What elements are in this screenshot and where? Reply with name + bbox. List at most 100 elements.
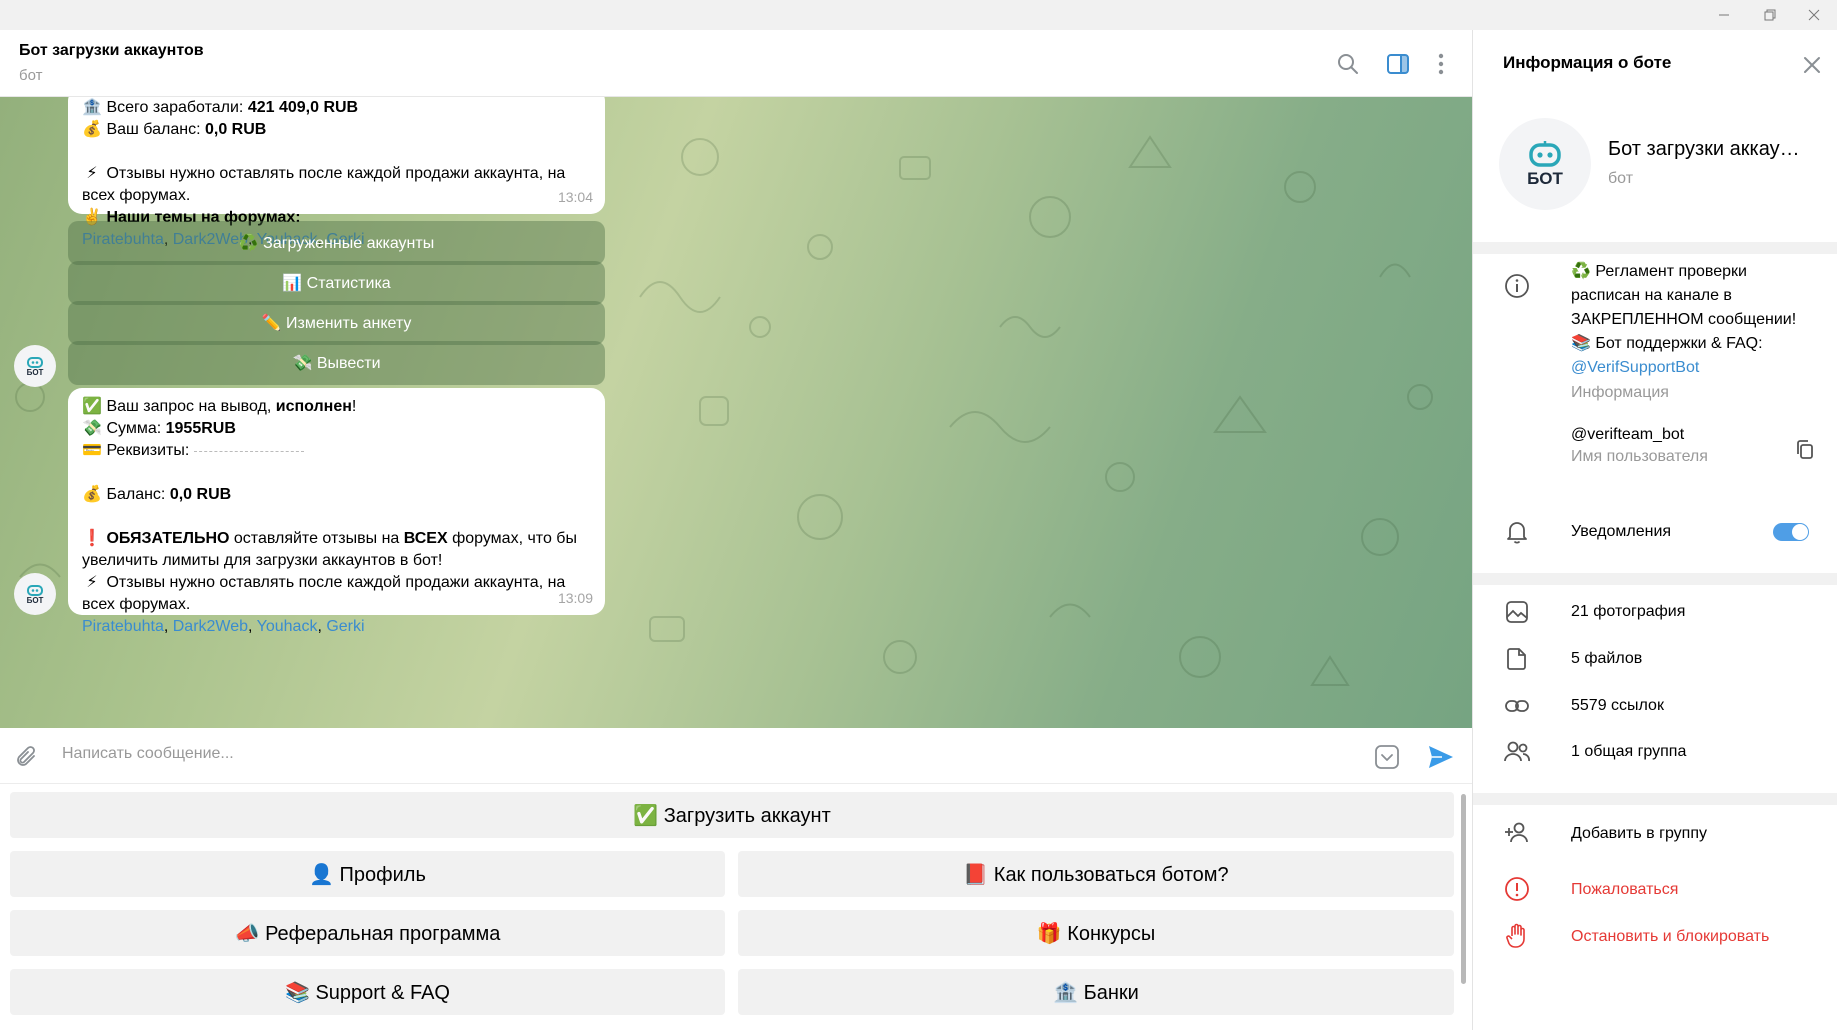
keyboard-scrollbar[interactable] xyxy=(1461,794,1466,984)
must-line2: увеличить лимиты для загрузки аккаунтов … xyxy=(82,552,443,569)
bot-name: Бот загрузки аккаунтов xyxy=(1608,138,1808,160)
avatar-label: БОТ xyxy=(26,367,44,377)
window-titlebar xyxy=(0,0,1837,30)
panel-title: Информация о боте xyxy=(1503,53,1672,72)
link-gerki[interactable]: Gerki xyxy=(326,618,364,635)
report-icon xyxy=(1503,875,1531,903)
kb-banks-button[interactable]: 🏦 Банки xyxy=(738,969,1454,1015)
requisites-redacted xyxy=(193,450,304,452)
link-icon xyxy=(1503,692,1531,720)
sidebar-toggle-icon[interactable] xyxy=(1384,50,1412,78)
inline-button-withdraw[interactable]: 💸 Вывести xyxy=(68,341,605,385)
money-bag-icon: 💰 xyxy=(82,486,102,503)
link-dark2web[interactable]: Dark2Web xyxy=(173,618,248,635)
reviews-text-line1: Отзывы нужно оставлять после каждой прод… xyxy=(106,574,566,591)
common-groups-count[interactable]: 1 общая группа xyxy=(1571,740,1686,764)
requisites-label: Реквизиты: xyxy=(106,442,190,459)
chat-subtitle: бот xyxy=(19,67,43,84)
message-input-bar: Написать сообщение... xyxy=(0,728,1472,784)
bank-icon: 🏦 xyxy=(82,99,102,116)
kb-upload-account-button[interactable]: ✅ Загрузить аккаунт xyxy=(10,792,1454,838)
bell-icon xyxy=(1503,518,1531,546)
kb-profile-button[interactable]: 👤 Профиль xyxy=(10,851,725,897)
info-label: Информация xyxy=(1571,384,1669,401)
message-time: 13:04 xyxy=(557,189,593,205)
must-all: ВСЕХ xyxy=(403,530,448,547)
exclamation-icon: ❗ xyxy=(82,530,102,547)
section-separator xyxy=(1473,573,1837,585)
bot-description: ♻️ Регламент проверки расписан на канале… xyxy=(1571,260,1796,380)
minimize-icon[interactable] xyxy=(1701,0,1747,30)
close-icon[interactable] xyxy=(1801,54,1823,76)
withdraw-request-text: Ваш запрос на вывод, xyxy=(106,398,272,415)
kb-referral-button[interactable]: 📣 Реферальная программа xyxy=(10,910,725,956)
chat-header[interactable]: Бот загрузки аккаунтов бот xyxy=(0,30,1472,97)
robot-icon xyxy=(27,356,43,368)
username-link[interactable]: @verifteam_bot xyxy=(1571,423,1684,447)
notifications-toggle[interactable] xyxy=(1773,523,1809,541)
bot-type: бот xyxy=(1608,170,1634,187)
stop-hand-icon xyxy=(1503,922,1531,950)
stop-and-block-button[interactable]: Остановить и блокировать xyxy=(1571,925,1769,949)
bot-avatar[interactable]: БОТ xyxy=(14,345,56,387)
info-icon xyxy=(1503,272,1531,300)
link-youhack[interactable]: Youhack xyxy=(257,618,318,635)
sum-label: Сумма: xyxy=(106,420,162,437)
lightning-icon: ⚡ xyxy=(86,574,98,591)
username-label: Имя пользователя xyxy=(1571,448,1708,465)
reviews-text-line2: всех форумах. xyxy=(82,187,191,204)
add-user-icon xyxy=(1503,819,1531,847)
reviews-text-line1: Отзывы нужно оставлять после каждой прод… xyxy=(106,165,566,182)
support-bot-link[interactable]: @VerifSupportBot xyxy=(1571,356,1796,380)
must-text1: оставляйте отзывы на xyxy=(233,530,400,547)
withdraw-status: исполнен xyxy=(275,398,352,415)
check-mark-icon: ✅ xyxy=(82,398,102,415)
inline-button-statistics[interactable]: 📊 Статистика xyxy=(68,261,605,305)
more-options-icon[interactable] xyxy=(1427,50,1455,78)
notifications-label: Уведомления xyxy=(1571,523,1672,540)
bot-profile-avatar[interactable]: БОТ xyxy=(1499,118,1591,210)
files-count[interactable]: 5 файлов xyxy=(1571,647,1642,671)
attach-icon[interactable] xyxy=(12,742,42,772)
add-to-group-button[interactable]: Добавить в группу xyxy=(1571,822,1707,846)
balance-value-2: 0,0 RUB xyxy=(169,486,232,503)
sum-value: 1955RUB xyxy=(165,420,236,437)
restore-icon[interactable] xyxy=(1747,0,1793,30)
reviews-text-line2: всех форумах. xyxy=(82,596,191,613)
copy-icon[interactable] xyxy=(1791,436,1819,464)
photo-icon xyxy=(1503,598,1531,626)
kb-contests-button[interactable]: 🎁 Конкурсы xyxy=(738,910,1454,956)
balance-label-2: Баланс: xyxy=(106,486,166,503)
links-count[interactable]: 5579 ссылок xyxy=(1571,694,1664,718)
chat-messages-area[interactable]: 🏦 Всего заработали: 421 409,0 RUB 💰 Ваш … xyxy=(0,97,1472,728)
kb-support-faq-button[interactable]: 📚 Support & FAQ xyxy=(10,969,725,1015)
earned-value: 421 409,0 RUB xyxy=(247,99,359,116)
bot-avatar[interactable]: БОТ xyxy=(14,573,56,615)
window-close-icon[interactable] xyxy=(1791,0,1837,30)
link-piratebuhta[interactable]: Piratebuhta xyxy=(82,618,164,635)
credit-card-icon: 💳 xyxy=(82,442,102,459)
photos-count[interactable]: 21 фотография xyxy=(1571,600,1685,624)
message-bubble-2[interactable]: ✅ Ваш запрос на вывод, исполнен! 💸 Сумма… xyxy=(68,388,605,635)
description-line-3: ЗАКРЕПЛЕННОМ сообщении! xyxy=(1571,311,1797,328)
inline-button-uploaded-accounts[interactable]: ♻️ Загруженные аккаунты xyxy=(68,221,605,265)
message-input[interactable]: Написать сообщение... xyxy=(62,745,234,763)
group-icon xyxy=(1503,738,1531,766)
bot-keyboard-icon[interactable] xyxy=(1372,742,1402,772)
description-line-4: 📚 Бот поддержки & FAQ: xyxy=(1571,335,1763,352)
send-icon[interactable] xyxy=(1426,742,1456,772)
description-line-1: ♻️ Регламент проверки xyxy=(1571,263,1747,280)
chat-title[interactable]: Бот загрузки аккаунтов xyxy=(19,42,204,60)
avatar-label: БОТ xyxy=(26,595,44,605)
description-line-2: расписан на канале в xyxy=(1571,287,1732,304)
inline-button-edit-profile[interactable]: ✏️ Изменить анкету xyxy=(68,301,605,345)
search-icon[interactable] xyxy=(1334,50,1362,78)
money-wings-icon: 💸 xyxy=(82,420,102,437)
kb-how-to-use-button[interactable]: 📕 Как пользоваться ботом? xyxy=(738,851,1454,897)
report-button[interactable]: Пожаловаться xyxy=(1571,878,1678,902)
section-separator xyxy=(1473,793,1837,805)
section-separator xyxy=(1473,242,1837,254)
balance-value: 0,0 RUB xyxy=(204,121,267,138)
message-bubble-1[interactable]: 🏦 Всего заработали: 421 409,0 RUB 💰 Ваш … xyxy=(68,97,605,248)
avatar-label: БОТ xyxy=(1527,169,1563,188)
